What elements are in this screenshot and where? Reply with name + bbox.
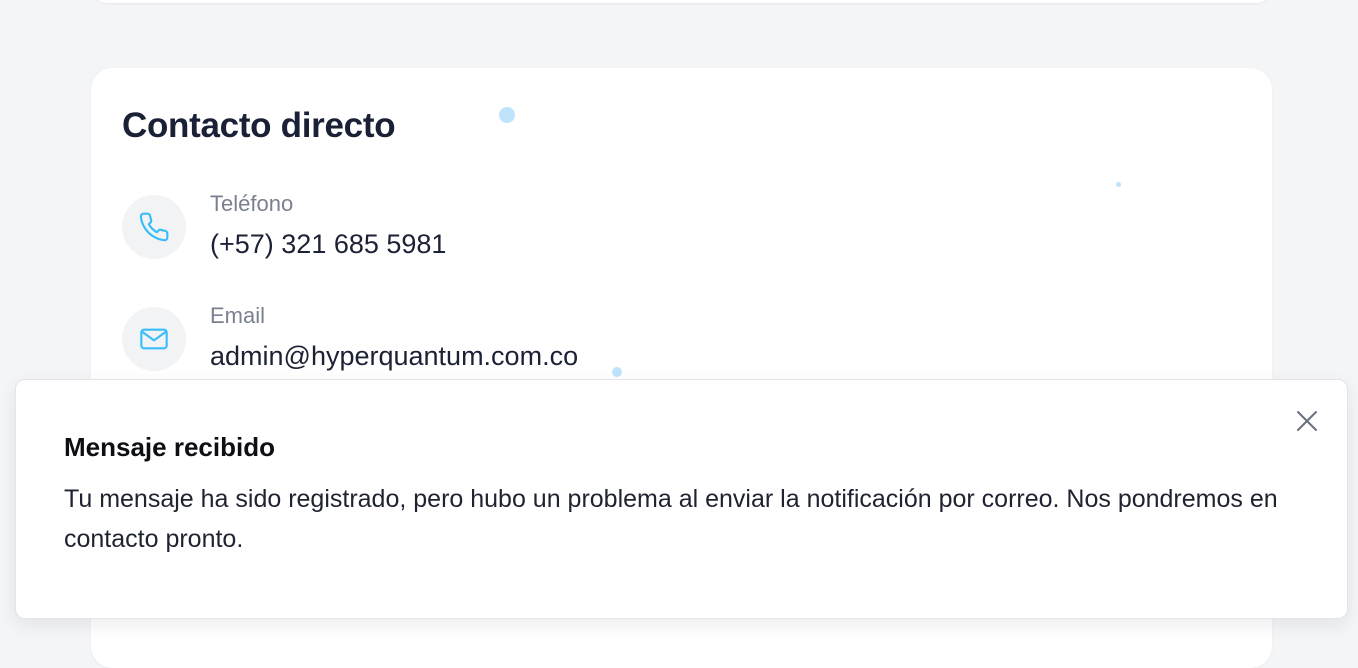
close-icon[interactable] <box>1295 409 1319 433</box>
contact-item-phone: Teléfono (+57) 321 685 5981 <box>122 191 822 260</box>
decorative-dot <box>499 107 515 123</box>
contact-title: Contacto directo <box>122 106 396 145</box>
toast-notification: Mensaje recibido Tu mensaje ha sido regi… <box>15 379 1348 619</box>
phone-value[interactable]: (+57) 321 685 5981 <box>210 229 446 260</box>
email-value[interactable]: admin@hyperquantum.com.co <box>210 341 578 372</box>
phone-icon <box>122 195 186 259</box>
toast-title: Mensaje recibido <box>64 432 275 462</box>
mail-icon <box>122 307 186 371</box>
decorative-dot <box>612 367 622 377</box>
email-label: Email <box>210 303 266 328</box>
phone-label: Teléfono <box>210 191 294 216</box>
previous-card-bottom <box>91 0 1272 3</box>
decorative-dot <box>1116 182 1121 187</box>
toast-message: Tu mensaje ha sido registrado, pero hubo… <box>64 485 1278 553</box>
contact-item-email: Email admin@hyperquantum.com.co <box>122 303 822 372</box>
